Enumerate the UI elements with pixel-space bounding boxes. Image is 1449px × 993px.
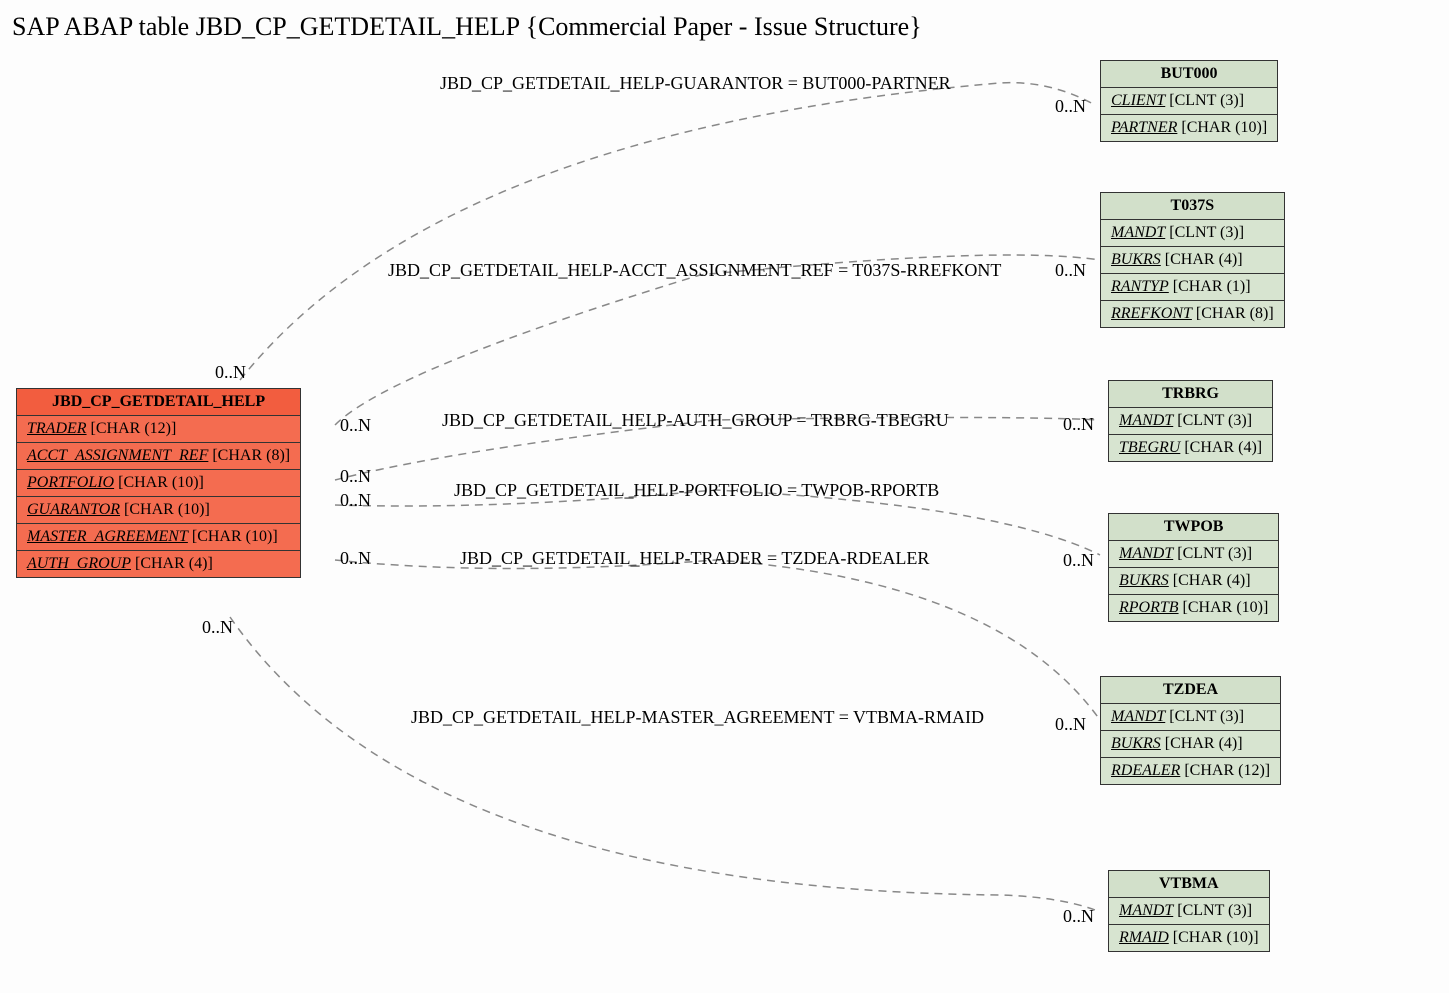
- cardinality: 0..N: [1063, 550, 1094, 571]
- field: BUKRS [CHAR (4)]: [1101, 731, 1281, 758]
- field: RDEALER [CHAR (12)]: [1101, 758, 1281, 785]
- cardinality: 0..N: [1055, 260, 1086, 281]
- entity-name: TZDEA: [1101, 677, 1281, 704]
- cardinality: 0..N: [340, 415, 371, 436]
- cardinality: 0..N: [1055, 96, 1086, 117]
- field: PORTFOLIO [CHAR (10)]: [17, 470, 301, 497]
- field: BUKRS [CHAR (4)]: [1101, 247, 1285, 274]
- entity-name: TWPOB: [1109, 514, 1279, 541]
- field: MANDT [CLNT (3)]: [1109, 408, 1273, 435]
- field: CLIENT [CLNT (3)]: [1101, 88, 1278, 115]
- cardinality: 0..N: [340, 490, 371, 511]
- field: RPORTB [CHAR (10)]: [1109, 595, 1279, 622]
- cardinality: 0..N: [215, 362, 246, 383]
- cardinality: 0..N: [1063, 414, 1094, 435]
- relation-label: JBD_CP_GETDETAIL_HELP-AUTH_GROUP = TRBRG…: [442, 410, 949, 431]
- relation-label: JBD_CP_GETDETAIL_HELP-TRADER = TZDEA-RDE…: [460, 548, 929, 569]
- entity-name: VTBMA: [1109, 871, 1270, 898]
- field: GUARANTOR [CHAR (10)]: [17, 497, 301, 524]
- cardinality: 0..N: [1063, 906, 1094, 927]
- cardinality: 0..N: [202, 617, 233, 638]
- field: PARTNER [CHAR (10)]: [1101, 115, 1278, 142]
- cardinality: 0..N: [1055, 714, 1086, 735]
- entity-t037s: T037S MANDT [CLNT (3)] BUKRS [CHAR (4)] …: [1100, 192, 1285, 328]
- cardinality: 0..N: [340, 548, 371, 569]
- relation-label: JBD_CP_GETDETAIL_HELP-MASTER_AGREEMENT =…: [411, 707, 984, 728]
- field: ACCT_ASSIGNMENT_REF [CHAR (8)]: [17, 443, 301, 470]
- page-title: SAP ABAP table JBD_CP_GETDETAIL_HELP {Co…: [12, 12, 922, 42]
- field: AUTH_GROUP [CHAR (4)]: [17, 551, 301, 578]
- relation-label: JBD_CP_GETDETAIL_HELP-GUARANTOR = BUT000…: [440, 73, 951, 94]
- entity-main-name: JBD_CP_GETDETAIL_HELP: [17, 389, 301, 416]
- field: BUKRS [CHAR (4)]: [1109, 568, 1279, 595]
- entity-name: BUT000: [1101, 61, 1278, 88]
- relation-label: JBD_CP_GETDETAIL_HELP-PORTFOLIO = TWPOB-…: [454, 480, 939, 501]
- field: RMAID [CHAR (10)]: [1109, 925, 1270, 952]
- field: MANDT [CLNT (3)]: [1101, 704, 1281, 731]
- field: RREFKONT [CHAR (8)]: [1101, 301, 1285, 328]
- entity-but000: BUT000 CLIENT [CLNT (3)] PARTNER [CHAR (…: [1100, 60, 1278, 142]
- relation-label: JBD_CP_GETDETAIL_HELP-ACCT_ASSIGNMENT_RE…: [388, 260, 1001, 281]
- entity-name: T037S: [1101, 193, 1285, 220]
- field: MASTER_AGREEMENT [CHAR (10)]: [17, 524, 301, 551]
- entity-vtbma: VTBMA MANDT [CLNT (3)] RMAID [CHAR (10)]: [1108, 870, 1270, 952]
- field: RANTYP [CHAR (1)]: [1101, 274, 1285, 301]
- field: MANDT [CLNT (3)]: [1109, 898, 1270, 925]
- field: TRADER [CHAR (12)]: [17, 416, 301, 443]
- entity-main: JBD_CP_GETDETAIL_HELP TRADER [CHAR (12)]…: [16, 388, 301, 578]
- field: MANDT [CLNT (3)]: [1101, 220, 1285, 247]
- field: TBEGRU [CHAR (4)]: [1109, 435, 1273, 462]
- entity-name: TRBRG: [1109, 381, 1273, 408]
- entity-trbrg: TRBRG MANDT [CLNT (3)] TBEGRU [CHAR (4)]: [1108, 380, 1273, 462]
- entity-twpob: TWPOB MANDT [CLNT (3)] BUKRS [CHAR (4)] …: [1108, 513, 1279, 622]
- cardinality: 0..N: [340, 466, 371, 487]
- field: MANDT [CLNT (3)]: [1109, 541, 1279, 568]
- entity-tzdea: TZDEA MANDT [CLNT (3)] BUKRS [CHAR (4)] …: [1100, 676, 1281, 785]
